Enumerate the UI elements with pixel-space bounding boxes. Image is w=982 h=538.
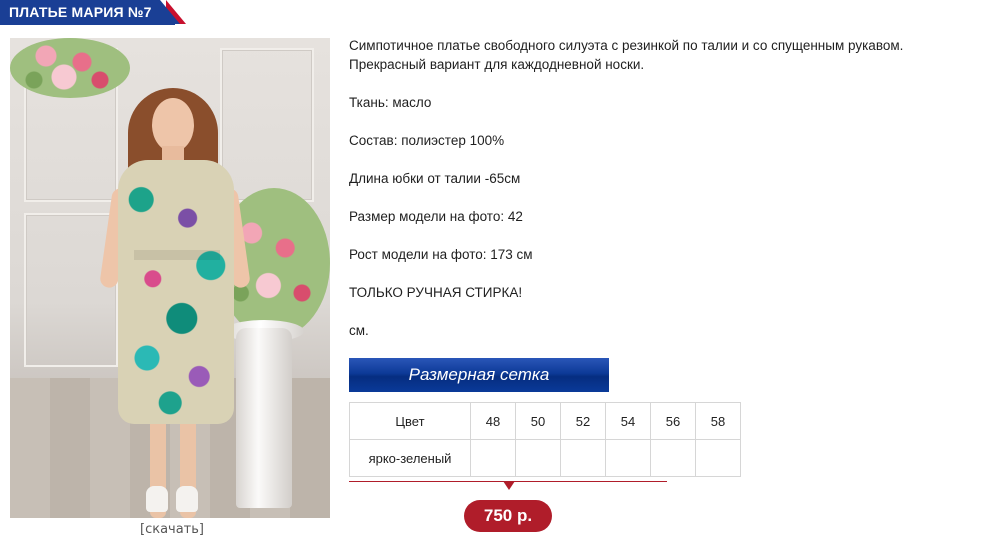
- size-quantity-cell[interactable]: [650, 439, 696, 477]
- description-line: Прекрасный вариант для каждодневной носк…: [349, 57, 645, 72]
- wall-panel: [24, 213, 118, 367]
- wall-panel: [220, 48, 314, 202]
- size-header: 54: [605, 402, 651, 440]
- model-dress: [118, 160, 234, 424]
- size-header: 56: [650, 402, 696, 440]
- fabric-line: Ткань: масло: [349, 95, 432, 110]
- size-header: 48: [470, 402, 516, 440]
- size-grid-button[interactable]: Размерная сетка: [349, 358, 609, 392]
- care-line: ТОЛЬКО РУЧНАЯ СТИРКА!: [349, 285, 523, 300]
- model-height-line: Рост модели на фото: 173 см: [349, 247, 533, 262]
- size-quantity-cell[interactable]: [560, 439, 606, 477]
- download-link[interactable]: [скачать]: [140, 522, 204, 537]
- size-quantity-cell[interactable]: [695, 439, 741, 477]
- color-header: Цвет: [349, 402, 471, 440]
- price-badge: 750 р.: [464, 500, 552, 532]
- color-name-cell: ярко-зеленый: [349, 439, 471, 477]
- size-header: 50: [515, 402, 561, 440]
- model-shoe: [176, 486, 198, 512]
- dress-waist: [134, 250, 220, 260]
- size-table: Цвет 48 50 52 54 56 58 ярко-зеленый: [349, 402, 741, 477]
- product-title: ПЛАТЬЕ МАРИЯ №7: [9, 4, 152, 20]
- product-photo[interactable]: [10, 38, 330, 518]
- description-line: Симпотичное платье свободного силуэта с …: [349, 38, 904, 53]
- product-title-tab: ПЛАТЬЕ МАРИЯ №7: [0, 0, 186, 24]
- flowers-decoration: [10, 38, 130, 98]
- size-header: 58: [695, 402, 741, 440]
- model-shoe: [146, 486, 168, 512]
- size-quantity-cell[interactable]: [470, 439, 516, 477]
- skirt-length-line: Длина юбки от талии -65см: [349, 171, 521, 186]
- table-header-row: Цвет 48 50 52 54 56 58: [349, 402, 741, 440]
- price-pointer: [503, 481, 515, 490]
- column: [236, 328, 292, 508]
- table-row: ярко-зеленый: [349, 439, 741, 477]
- model-face: [152, 98, 194, 152]
- size-quantity-cell[interactable]: [605, 439, 651, 477]
- units-line: см.: [349, 323, 369, 338]
- title-underline: [0, 24, 175, 25]
- size-quantity-cell[interactable]: [515, 439, 561, 477]
- composition-line: Состав: полиэстер 100%: [349, 133, 505, 148]
- model-size-line: Размер модели на фото: 42: [349, 209, 523, 224]
- size-header: 52: [560, 402, 606, 440]
